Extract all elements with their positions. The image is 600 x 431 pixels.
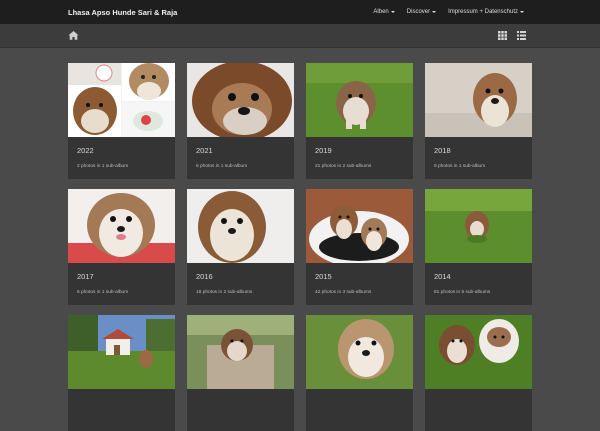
album-title: 2017	[77, 272, 94, 281]
album-title: 2014	[434, 272, 451, 281]
album-thumbnail	[187, 189, 294, 263]
gallery-toolbar	[0, 24, 600, 48]
nav-item-label: Impressum + Datenschutz	[448, 9, 518, 15]
album-meta: 2 photos in 1 sub-album	[77, 164, 129, 169]
album-card[interactable]	[306, 315, 413, 431]
grid-view-icon[interactable]	[498, 31, 507, 40]
album-title: 2016	[196, 272, 213, 281]
album-title: 2019	[315, 146, 332, 155]
album-title: 2021	[196, 146, 213, 155]
album-meta: 81 photos in 5 sub-albums	[434, 290, 491, 295]
album-title: 2018	[434, 146, 451, 155]
album-title: 2015	[315, 272, 332, 281]
nav-item-discover[interactable]: Discover	[406, 9, 437, 15]
list-view-icon[interactable]	[517, 31, 526, 40]
album-meta: 21 photos in 2 sub-albums	[315, 164, 372, 169]
album-thumbnail	[68, 63, 175, 137]
album-card[interactable]: 2018 8 photos in 1 sub-album	[425, 63, 532, 179]
nav-item-label: Alben	[373, 9, 389, 15]
nav-item-alben[interactable]: Alben	[373, 9, 395, 15]
album-title: 2022	[77, 146, 94, 155]
album-meta: 6 photos in 1 sub-album	[196, 164, 248, 169]
caret-down-icon	[390, 11, 395, 13]
album-card[interactable]	[187, 315, 294, 431]
album-card[interactable]	[68, 315, 175, 431]
album-thumbnail	[306, 315, 413, 389]
caret-down-icon	[432, 11, 437, 13]
album-card[interactable]: 2022 2 photos in 1 sub-album	[68, 63, 175, 179]
album-thumbnail	[68, 315, 175, 389]
album-thumbnail	[306, 63, 413, 137]
album-meta: 6 photos in 1 sub-album	[77, 290, 129, 295]
album-card[interactable]: 2021 6 photos in 1 sub-album	[187, 63, 294, 179]
album-thumbnail	[306, 189, 413, 263]
album-card[interactable]	[425, 315, 532, 431]
nav-item-impressum[interactable]: Impressum + Datenschutz	[448, 9, 524, 15]
album-thumbnail	[425, 63, 532, 137]
album-thumbnail	[68, 189, 175, 263]
album-meta: 42 photos in 3 sub-albums	[315, 290, 372, 295]
nav-menu: Alben Discover Impressum + Datenschutz	[373, 9, 592, 15]
album-card[interactable]: 2016 18 photos in 2 sub-albums	[187, 189, 294, 305]
top-navbar: Lhasa Apso Hunde Sari & Raja Alben Disco…	[0, 0, 600, 24]
album-card[interactable]: 2014 81 photos in 5 sub-albums	[425, 189, 532, 305]
nav-item-label: Discover	[406, 9, 431, 15]
site-brand[interactable]: Lhasa Apso Hunde Sari & Raja	[68, 8, 177, 17]
album-thumbnail	[187, 63, 294, 137]
caret-down-icon	[520, 11, 524, 13]
album-card[interactable]: 2015 42 photos in 3 sub-albums	[306, 189, 413, 305]
album-thumbnail	[187, 315, 294, 389]
home-icon[interactable]	[68, 30, 79, 41]
album-meta: 8 photos in 1 sub-album	[434, 164, 486, 169]
album-thumbnail	[425, 315, 532, 389]
album-meta: 18 photos in 2 sub-albums	[196, 290, 253, 295]
album-thumbnail	[425, 189, 532, 263]
album-card[interactable]: 2019 21 photos in 2 sub-albums	[306, 63, 413, 179]
album-card[interactable]: 2017 6 photos in 1 sub-album	[68, 189, 175, 305]
